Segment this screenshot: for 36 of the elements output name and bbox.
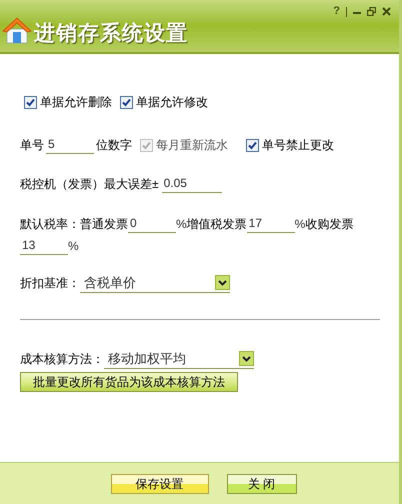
input-field[interactable]: 17 [246, 215, 295, 233]
field-label: 普通发票 [80, 216, 128, 233]
field-label: 收购发票 [305, 216, 354, 233]
checkbox[interactable] [120, 96, 133, 108]
field-label: 成本核算方法： [20, 351, 104, 368]
restore-icon[interactable] [367, 7, 376, 16]
checkbox-label: 单据允许删除 [40, 94, 112, 111]
checkbox-label: 单据允许修改 [136, 94, 208, 111]
input-field[interactable]: 0.05 [162, 175, 222, 193]
dropdown-value: 含税单价 [83, 274, 137, 292]
close-button[interactable]: 关 闭 [226, 474, 296, 494]
checkbox-label: 每月重新流水 [156, 137, 228, 154]
unit-label: % [176, 216, 187, 233]
help-button[interactable]: ? [333, 6, 340, 17]
save-button[interactable]: 保存设置 [110, 474, 208, 494]
field-label: 默认税率： [20, 216, 80, 233]
field-label: 位数字 [96, 137, 132, 154]
unit-label: % [294, 216, 306, 233]
field-label: 折扣基准： [20, 275, 80, 292]
dropdown-field[interactable]: 含税单价 [80, 273, 230, 293]
field-label: 税控机（发票）最大误差± [20, 176, 159, 193]
house-icon [2, 16, 32, 44]
input-field[interactable]: 13 [20, 237, 68, 255]
window-title: 进销存系统设置 [34, 23, 188, 44]
field-label: 增值税发票 [186, 216, 247, 233]
dropdown-value: 移动加权平均 [107, 350, 187, 368]
input-field[interactable]: 0 [128, 215, 176, 233]
input-field[interactable]: 5 [46, 136, 94, 154]
checkbox-label: 单号禁止更改 [262, 137, 334, 154]
dropdown-field[interactable]: 移动加权平均 [104, 349, 254, 369]
unit-label: % [68, 238, 79, 255]
close-icon[interactable] [382, 7, 391, 16]
field-label: 单号 [20, 137, 44, 154]
checkbox[interactable] [246, 138, 259, 152]
batch-change-button[interactable]: 批量更改所有货品为该成本核算方法 [20, 372, 238, 392]
checkbox[interactable] [24, 96, 37, 108]
